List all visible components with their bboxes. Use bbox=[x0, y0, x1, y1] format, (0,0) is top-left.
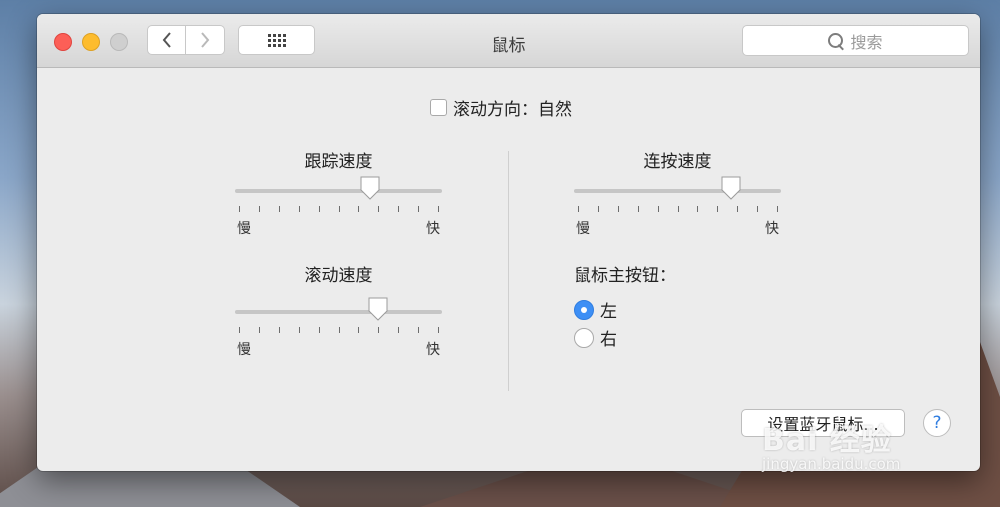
slider-tick bbox=[418, 327, 420, 333]
close-button[interactable] bbox=[54, 33, 72, 51]
slider-tick bbox=[717, 206, 719, 212]
fast-label: 快 bbox=[765, 221, 779, 237]
slider-tick bbox=[757, 206, 759, 212]
slider-tick bbox=[278, 206, 280, 212]
slider-tick bbox=[358, 206, 360, 212]
slow-label: 慢 bbox=[237, 342, 251, 358]
slider-tick bbox=[438, 327, 439, 333]
back-button[interactable] bbox=[147, 25, 186, 55]
slider-track bbox=[574, 189, 781, 193]
radio-right-label: 右 bbox=[600, 330, 617, 350]
chevron-right-icon bbox=[201, 32, 210, 48]
slider-tick bbox=[239, 206, 240, 212]
preferences-content: 滚动方向：自然 跟踪速度 慢 快 滚动速度 慢 快 连按速度 慢 快 鼠标主按钮… bbox=[37, 68, 980, 471]
tracking-speed-slider[interactable]: 慢 快 bbox=[235, 170, 442, 237]
double-click-speed-slider[interactable]: 慢 快 bbox=[574, 170, 781, 237]
slider-ticks bbox=[574, 206, 781, 214]
slider-tick bbox=[258, 206, 260, 212]
slider-tick bbox=[737, 206, 739, 212]
slider-track bbox=[235, 189, 442, 193]
slider-tick bbox=[298, 327, 300, 333]
slider-tick bbox=[777, 206, 778, 212]
slider-tick bbox=[438, 206, 439, 212]
slider-tick bbox=[677, 206, 679, 212]
help-button[interactable]: ? bbox=[923, 409, 951, 437]
slider-tick bbox=[597, 206, 599, 212]
radio-left[interactable]: 左 bbox=[574, 297, 617, 322]
slider-tick bbox=[378, 327, 380, 333]
search-field[interactable]: 搜索 bbox=[742, 25, 969, 56]
slow-label: 慢 bbox=[576, 221, 590, 237]
zoom-button[interactable] bbox=[110, 33, 128, 51]
slider-tick bbox=[258, 327, 260, 333]
fast-label: 快 bbox=[426, 342, 440, 358]
scroll-speed-label: 滚动速度 bbox=[304, 266, 373, 286]
slider-tick bbox=[617, 206, 619, 212]
divider bbox=[508, 151, 509, 391]
fast-label: 快 bbox=[426, 221, 440, 237]
slider-tick bbox=[418, 206, 420, 212]
scroll-direction-label: 滚动方向：自然 bbox=[453, 100, 572, 120]
double-click-speed-label: 连按速度 bbox=[643, 152, 712, 172]
slider-ticks bbox=[235, 327, 442, 335]
radio-button-selected[interactable] bbox=[574, 299, 594, 320]
slider-tick bbox=[278, 327, 280, 333]
slider-ticks bbox=[235, 206, 442, 214]
grid-icon bbox=[267, 33, 286, 47]
slider-tick bbox=[398, 327, 400, 333]
scroll-direction-checkbox[interactable] bbox=[430, 99, 447, 116]
slider-tick bbox=[578, 206, 579, 212]
chevron-left-icon bbox=[162, 32, 171, 48]
watermark-url: jingyan.baidu.com bbox=[762, 455, 901, 473]
scroll-direction-option[interactable]: 滚动方向：自然 bbox=[430, 95, 572, 120]
show-all-button[interactable] bbox=[238, 25, 315, 55]
radio-left-label: 左 bbox=[600, 302, 617, 322]
slider-tick bbox=[378, 206, 380, 212]
watermark: Bai 经验 jingyan.baidu.com bbox=[762, 415, 900, 473]
slider-tick bbox=[338, 206, 340, 212]
search-icon bbox=[828, 32, 845, 50]
tracking-speed-label: 跟踪速度 bbox=[304, 152, 373, 172]
slider-knob[interactable] bbox=[721, 176, 741, 200]
radio-right[interactable]: 右 bbox=[574, 325, 617, 350]
slider-tick bbox=[358, 327, 360, 333]
forward-button[interactable] bbox=[186, 25, 225, 55]
slider-tick bbox=[637, 206, 639, 212]
minimize-button[interactable] bbox=[82, 33, 100, 51]
slider-tick bbox=[298, 206, 300, 212]
slider-tick bbox=[318, 206, 320, 212]
search-placeholder: 搜索 bbox=[850, 32, 883, 52]
slider-track bbox=[235, 310, 442, 314]
slider-tick bbox=[697, 206, 699, 212]
watermark-brand: Bai 经验 bbox=[762, 423, 892, 458]
slow-label: 慢 bbox=[237, 221, 251, 237]
slider-tick bbox=[338, 327, 340, 333]
primary-button-label: 鼠标主按钮： bbox=[574, 266, 676, 286]
slider-tick bbox=[657, 206, 659, 212]
radio-button[interactable] bbox=[574, 327, 594, 348]
titlebar: 鼠标 搜索 bbox=[37, 14, 980, 68]
slider-knob[interactable] bbox=[368, 297, 388, 321]
scroll-speed-slider[interactable]: 慢 快 bbox=[235, 291, 442, 358]
slider-knob[interactable] bbox=[360, 176, 380, 200]
mouse-preferences-window: 鼠标 搜索 滚动方向：自然 跟踪速度 慢 快 滚动速度 慢 快 连按速度 慢 快… bbox=[37, 14, 980, 471]
slider-tick bbox=[318, 327, 320, 333]
slider-tick bbox=[398, 206, 400, 212]
slider-tick bbox=[239, 327, 240, 333]
